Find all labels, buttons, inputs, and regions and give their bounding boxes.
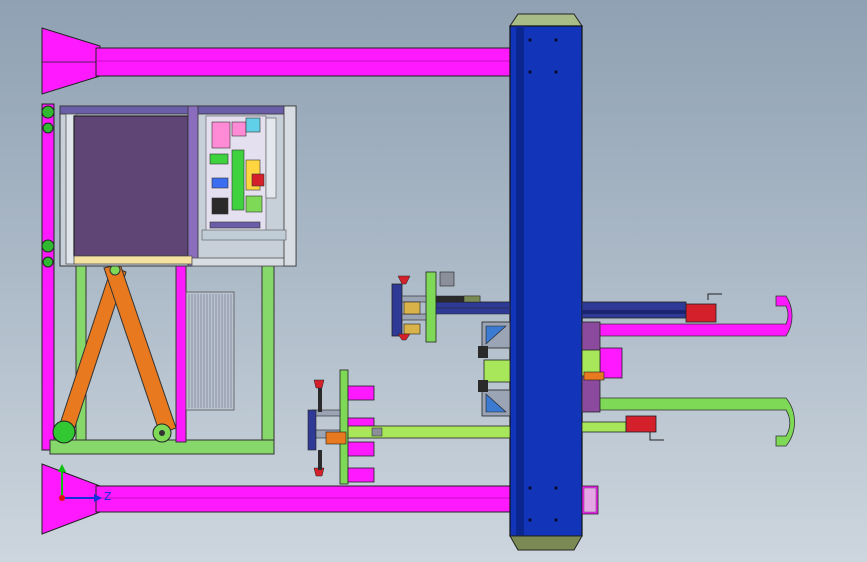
top-beam-flare (41, 27, 101, 95)
left-post (41, 103, 55, 451)
cabinet-hinge-top (41, 105, 55, 119)
lower-rail (581, 415, 664, 441)
top-beam (41, 27, 515, 95)
triad-z-label: Z (104, 490, 112, 503)
scissor-lift (52, 263, 177, 444)
column-bottom-cap (509, 535, 583, 551)
top-beam-bar (95, 47, 515, 77)
plate-stack (185, 291, 235, 411)
blue-column (509, 13, 583, 551)
bottom-beam (41, 463, 515, 535)
cabinet-hinge-bottom (41, 239, 55, 253)
lower-rail-motor (625, 415, 657, 433)
cad-viewport[interactable]: Z (0, 0, 867, 562)
bottom-beam-bar (95, 485, 515, 513)
upper-rail-motor (685, 303, 717, 323)
lift-wheel-left (52, 420, 76, 444)
column-top-cap (509, 13, 583, 27)
bottom-bracket (581, 485, 599, 515)
machine-assembly-drawing: Z (41, 13, 795, 551)
purple-panel (73, 115, 189, 257)
